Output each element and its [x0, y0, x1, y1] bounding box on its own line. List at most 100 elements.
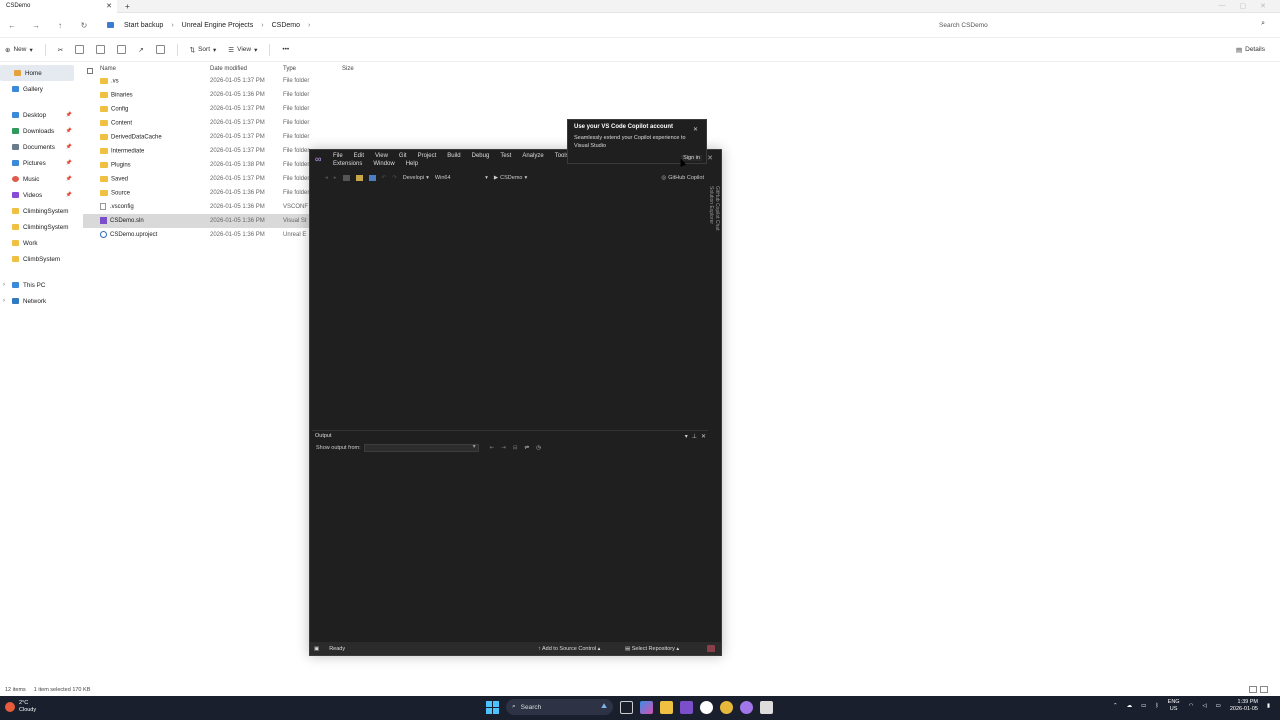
sidebar-item-downloads[interactable]: Downloads 📌 — [0, 123, 76, 139]
select-repository-button[interactable]: ▤ Select Repository ▴ — [625, 646, 679, 652]
refresh-icon[interactable]: ↻ — [77, 21, 91, 30]
platform-dropdown[interactable]: Win64 ▾ — [435, 175, 488, 181]
breadcrumb-unreal-projects[interactable]: Unreal Engine Projects — [182, 22, 254, 29]
chrome-icon[interactable] — [720, 700, 733, 714]
file-explorer-icon[interactable] — [660, 700, 673, 714]
find-previous-icon[interactable]: ⇤ — [490, 445, 495, 451]
column-header-name[interactable]: Name — [83, 66, 210, 74]
sidebar-item-documents[interactable]: Documents 📌 — [0, 139, 76, 155]
file-row[interactable]: DerivedDataCache 2026-01-05 1:37 PM File… — [83, 130, 383, 144]
menu-help[interactable]: Help — [406, 161, 418, 167]
tab-copilot-chat[interactable]: GitHub Copilot Chat — [714, 186, 720, 230]
undo-icon[interactable]: ↶ — [382, 175, 387, 181]
battery-icon[interactable]: ▭ — [1216, 703, 1221, 709]
cut-icon[interactable]: ✂ — [58, 46, 63, 54]
back-icon[interactable]: ◂ — [325, 175, 328, 181]
menu-debug[interactable]: Debug — [472, 153, 490, 159]
redo-icon[interactable]: ↷ — [392, 175, 397, 181]
close-icon[interactable]: ✕ — [701, 433, 706, 440]
open-folder-icon[interactable] — [355, 175, 363, 181]
sidebar-item-this-pc[interactable]: › This PC — [0, 277, 76, 293]
menu-git[interactable]: Git — [399, 153, 407, 159]
paste-icon[interactable] — [96, 45, 106, 54]
sidebar-item-desktop[interactable]: Desktop 📌 — [0, 107, 76, 123]
taskbar-search[interactable]: ⌕ Search ⛰ — [506, 699, 613, 715]
close-icon[interactable]: ✕ — [1260, 2, 1266, 10]
clear-all-icon[interactable]: ⊟ — [513, 445, 518, 451]
select-all-checkbox[interactable] — [87, 67, 93, 74]
snipping-tool-icon[interactable] — [760, 700, 773, 714]
more-options-icon[interactable]: ••• — [282, 46, 289, 53]
sidebar-item-climbingsystem-2[interactable]: ClimbingSystem — [0, 219, 76, 235]
unreal-engine-icon[interactable] — [700, 700, 713, 714]
back-icon[interactable]: ← — [5, 21, 19, 30]
delete-icon[interactable] — [155, 45, 165, 54]
clock[interactable]: 1:39 PM 2026-01-05 — [1230, 699, 1258, 713]
tab-solution-explorer[interactable]: Solution Explorer — [708, 186, 714, 230]
menu-window[interactable]: Window — [373, 161, 394, 167]
startup-project-button[interactable]: ▶ CSDemo ▾ — [494, 175, 527, 181]
close-icon[interactable]: ✕ — [707, 154, 713, 162]
share-icon[interactable]: ↗ — [138, 46, 143, 54]
copilot-app-icon[interactable] — [640, 700, 653, 714]
weather-widget[interactable]: 2°C Cloudy — [5, 700, 36, 714]
sidebar-item-climbingsystem[interactable]: ClimbingSystem — [0, 203, 76, 219]
chevron-right-icon[interactable]: › — [3, 282, 5, 288]
column-header-date[interactable]: Date modified — [210, 66, 283, 72]
save-icon[interactable] — [368, 175, 376, 181]
search-input[interactable]: Search CSDemo ⌕ — [935, 17, 1275, 34]
github-copilot-button[interactable]: ◎ GitHub Copilot — [661, 175, 704, 181]
menu-view[interactable]: View — [375, 153, 388, 159]
configuration-dropdown[interactable]: Developi ▾ — [403, 175, 429, 181]
notification-icon[interactable]: ▮ — [1267, 703, 1270, 709]
menu-project[interactable]: Project — [418, 153, 437, 159]
github-desktop-icon[interactable] — [740, 700, 753, 714]
chevron-down-icon[interactable]: ▾ — [685, 433, 688, 440]
tab-close-icon[interactable]: ✕ — [106, 2, 112, 10]
file-row[interactable]: Binaries 2026-01-05 1:36 PM File folder — [83, 88, 383, 102]
visual-studio-icon[interactable] — [680, 700, 693, 714]
menu-extensions[interactable]: Extensions — [333, 161, 362, 167]
find-next-icon[interactable]: ⇥ — [501, 445, 506, 451]
sidebar-item-gallery[interactable]: Gallery — [0, 81, 76, 97]
new-button[interactable]: ⊕ New ▾ — [5, 46, 33, 54]
sidebar-item-work[interactable]: Work — [0, 235, 76, 251]
sort-button[interactable]: ⇅ Sort ▾ — [190, 46, 217, 54]
sidebar-item-network[interactable]: › Network — [0, 293, 76, 309]
copy-icon[interactable] — [75, 45, 85, 54]
sidebar-item-videos[interactable]: Videos 📌 — [0, 187, 76, 203]
app-tray-icon[interactable]: ▭ — [1141, 703, 1146, 709]
menu-file[interactable]: File — [333, 153, 343, 159]
language-indicator[interactable]: ENG US — [1168, 699, 1180, 713]
clock-icon[interactable]: ◷ — [536, 445, 541, 451]
column-header-type[interactable]: Type — [283, 66, 342, 72]
new-tab-icon[interactable]: + — [125, 2, 130, 11]
chevron-right-icon[interactable]: › — [261, 22, 263, 29]
details-button[interactable]: ▤ Details — [1236, 46, 1275, 54]
rename-icon[interactable] — [117, 45, 127, 54]
chevron-right-icon[interactable]: › — [308, 22, 310, 29]
chevron-up-icon[interactable]: ⌃ — [1113, 703, 1118, 709]
tiles-view-icon[interactable] — [1260, 686, 1268, 693]
close-icon[interactable]: ✕ — [693, 126, 698, 133]
wifi-icon[interactable]: ◠ — [1189, 703, 1194, 709]
column-header-size[interactable]: Size — [342, 66, 382, 72]
onedrive-icon[interactable]: ☁ — [1127, 703, 1133, 709]
bluetooth-icon[interactable]: ᛒ — [1155, 703, 1158, 709]
sidebar-item-home[interactable]: Home — [0, 65, 74, 81]
view-button[interactable]: ☰ View ▾ — [228, 46, 257, 54]
add-source-control-button[interactable]: ↑ Add to Source Control ▴ — [538, 646, 600, 652]
editor-area[interactable] — [310, 186, 712, 429]
volume-icon[interactable]: ◁ — [1202, 703, 1206, 709]
word-wrap-icon[interactable]: ⇌ — [524, 445, 529, 451]
breadcrumb-csdemo[interactable]: CSDemo — [272, 22, 300, 29]
forward-icon[interactable]: ▸ — [334, 175, 337, 181]
menu-edit[interactable]: Edit — [354, 153, 364, 159]
chevron-right-icon[interactable]: › — [171, 22, 173, 29]
output-source-select[interactable] — [363, 443, 479, 452]
sidebar-item-music[interactable]: Music 📌 — [0, 171, 76, 187]
forward-icon[interactable]: → — [29, 21, 43, 30]
file-row[interactable]: Content 2026-01-05 1:37 PM File folder — [83, 116, 383, 130]
notifications-icon[interactable] — [707, 645, 715, 652]
new-item-icon[interactable] — [342, 175, 350, 181]
